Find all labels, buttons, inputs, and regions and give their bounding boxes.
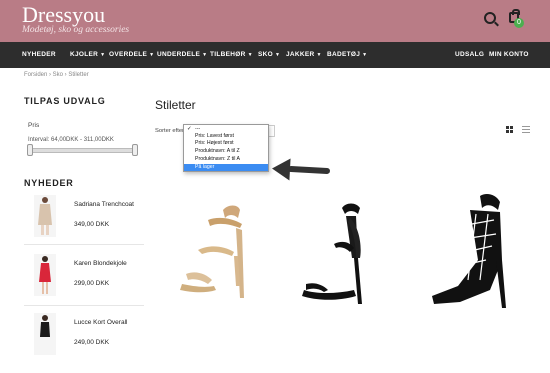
chevron-down-icon: ▼ [149, 52, 155, 58]
grid-view-icon[interactable] [506, 126, 513, 133]
search-icon[interactable] [484, 12, 496, 24]
price-slider-min-handle[interactable] [27, 144, 33, 156]
black-caged-stiletto-image[interactable] [420, 190, 530, 315]
sort-option[interactable]: Pris: Lavest først [184, 133, 268, 140]
black-stiletto-sandal-image[interactable] [290, 198, 390, 308]
divider [24, 244, 144, 245]
nav-item-sko[interactable]: SKO ▼ [258, 42, 280, 68]
sidebar-product-price: 299,00 DKK [74, 280, 110, 287]
nav-item-min-konto[interactable]: MIN KONTO [489, 42, 529, 68]
chevron-down-icon: ▼ [247, 52, 253, 58]
chevron-down-icon: ▼ [362, 52, 368, 58]
nav-item-overdele[interactable]: OVERDELE ▼ [109, 42, 154, 68]
annotation-arrow-shaft [287, 165, 331, 175]
new-products-heading: NYHEDER [24, 178, 74, 188]
sort-label: Sorter efter [155, 128, 184, 134]
cart-count-badge[interactable]: 0 [514, 18, 524, 28]
nav-item-tilbehor[interactable]: TILBEHØR ▼ [210, 42, 253, 68]
chevron-down-icon: ▼ [316, 52, 322, 58]
sidebar-product[interactable]: Sadriana Trenchcoat 349,00 DKK [24, 195, 144, 255]
nav-item-kjoler[interactable]: KJOLER ▼ [70, 42, 105, 68]
trenchcoat-thumbnail[interactable] [34, 195, 56, 237]
chevron-down-icon: ▼ [275, 52, 281, 58]
sort-option[interactable]: Produktnavn: A til Z [184, 148, 268, 155]
price-slider-max-handle[interactable] [132, 144, 138, 156]
nav-item-nyheder[interactable]: NYHEDER [22, 42, 56, 68]
nav-item-underdele[interactable]: UNDERDELE ▼ [157, 42, 207, 68]
overall-thumbnail[interactable] [34, 313, 56, 355]
gold-stiletto-sandal-image[interactable] [168, 200, 268, 310]
site-header: Dressyou Modetøj, sko og accessories 0 [0, 0, 550, 42]
chevron-down-icon: ▼ [100, 52, 106, 58]
sort-option[interactable]: ✓ --- [184, 126, 268, 133]
breadcrumb[interactable]: Forsiden › Sko › Stiletter [24, 72, 89, 78]
dress-thumbnail[interactable] [34, 254, 56, 296]
price-slider-track[interactable] [30, 148, 136, 153]
sort-option[interactable]: Produktnavn: Z til A [184, 156, 268, 163]
site-tagline: Modetøj, sko og accessories [22, 25, 130, 35]
sidebar-product-price: 349,00 DKK [74, 221, 110, 228]
sort-option[interactable]: Pris: Højest først [184, 140, 268, 147]
chevron-down-icon: ▼ [202, 52, 208, 58]
main-navigation: NYHEDER KJOLER ▼ OVERDELE ▼ UNDERDELE ▼ TIL… [0, 42, 550, 68]
price-filter-label: Pris [28, 122, 40, 129]
list-view-icon[interactable] [522, 126, 530, 133]
checkmark-icon: ✓ [187, 126, 192, 132]
sidebar-product-name[interactable]: Lucce Kort Overall [74, 319, 127, 326]
page-title: Stiletter [155, 98, 196, 112]
annotation-arrow-icon [271, 157, 291, 181]
nav-item-badetoj[interactable]: BADETØJ ▼ [327, 42, 367, 68]
sidebar-product-name[interactable]: Karen Blondekjole [74, 260, 127, 267]
price-interval-text: Interval: 64,00DKK - 311,00DKK [28, 137, 114, 143]
nav-item-jakker[interactable]: JAKKER ▼ [286, 42, 322, 68]
site-logo[interactable]: Dressyou [22, 3, 105, 27]
divider [24, 305, 144, 306]
sort-option-selected[interactable]: På lager [184, 164, 268, 171]
sort-dropdown[interactable]: ✓ --- Pris: Lavest først Pris: Højest før… [183, 124, 269, 172]
sidebar-product[interactable]: Lucce Kort Overall 249,00 DKK [24, 313, 144, 373]
nav-item-udsalg[interactable]: UDSALG [455, 42, 484, 68]
filter-heading: TILPAS UDVALG [24, 96, 106, 106]
sidebar-product-name[interactable]: Sadriana Trenchcoat [74, 201, 134, 208]
